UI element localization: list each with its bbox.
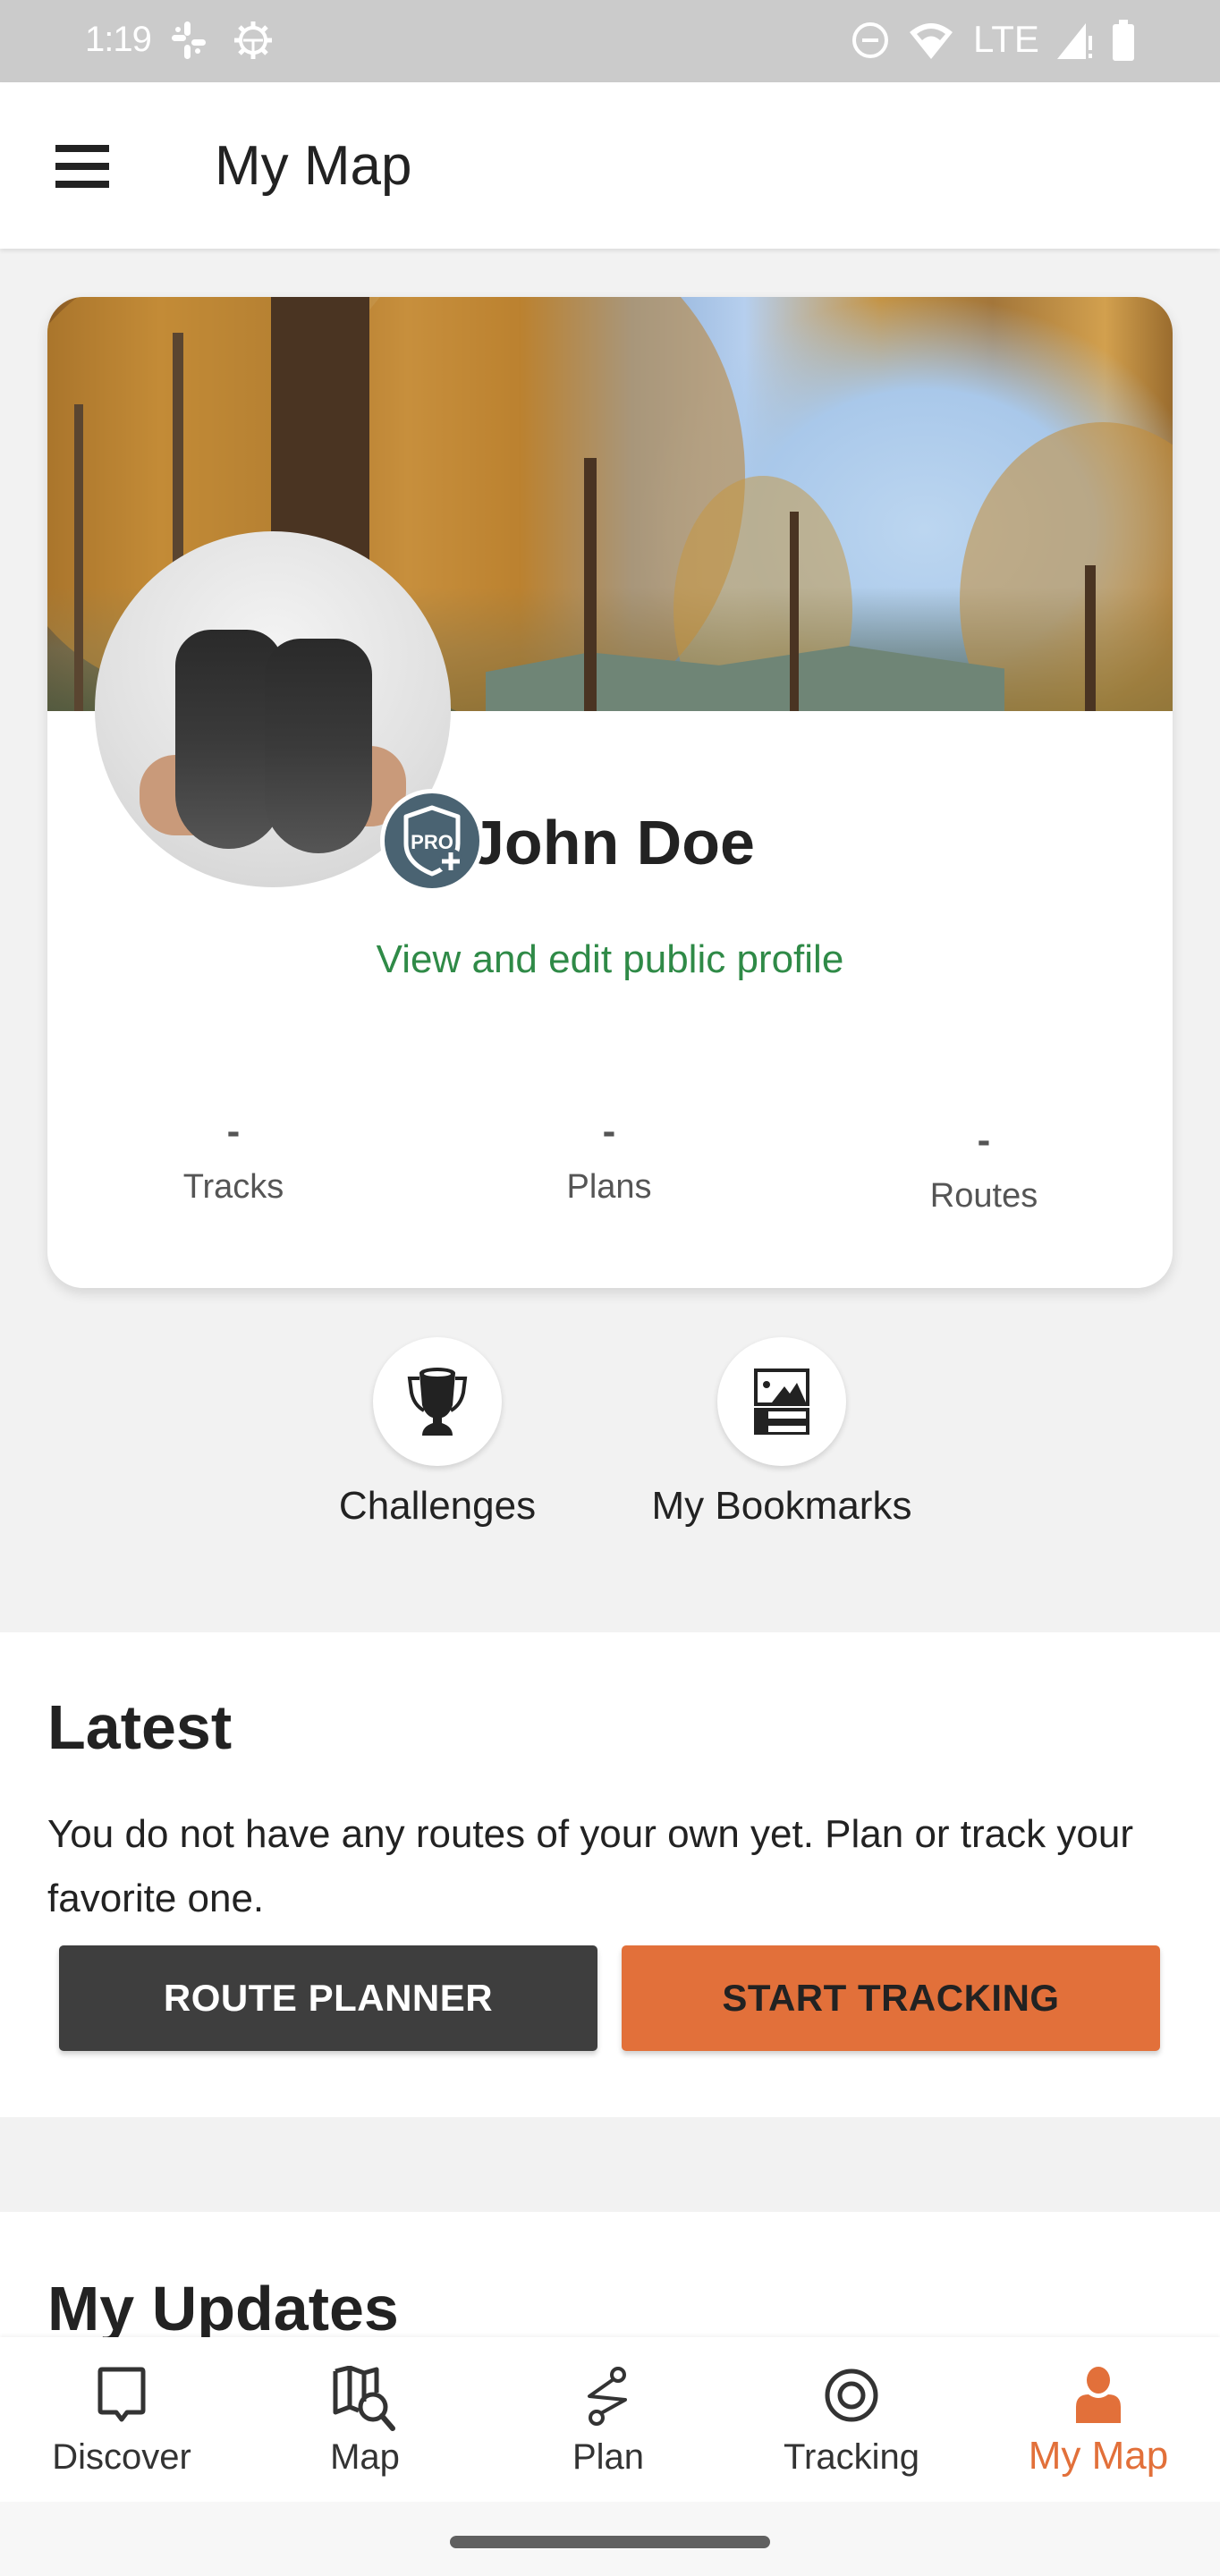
pro-shield-icon: PRO — [403, 805, 463, 877]
map-search-icon — [333, 2366, 395, 2431]
stat-value: - — [977, 1118, 991, 1162]
route-planner-button[interactable]: ROUTE PLANNER — [59, 1945, 597, 2051]
bookmarks-icon — [754, 1368, 809, 1435]
challenges-button[interactable]: Challenges — [294, 1337, 580, 1529]
signal-icon — [1057, 23, 1092, 59]
battery-icon — [1113, 20, 1134, 61]
stat-value: - — [602, 1109, 616, 1153]
bookmarks-circle — [717, 1337, 846, 1466]
latest-empty-message: You do not have any routes of your own y… — [47, 1812, 1133, 1920]
profile-card: PRO John Doe View and edit public profil… — [47, 297, 1173, 1288]
my-bookmarks-button[interactable]: My Bookmarks — [639, 1337, 925, 1529]
stat-label: Routes — [929, 1177, 1038, 1215]
gesture-bar-area — [0, 2502, 1220, 2576]
route-plan-icon — [588, 2367, 627, 2426]
pro-plus-badge: PRO — [380, 789, 484, 893]
status-bar: 1:19 LTE — [0, 0, 1220, 82]
status-time: 1:19 — [85, 20, 152, 59]
discover-bubble-icon — [97, 2367, 146, 2422]
banner-tree-trunk — [1085, 565, 1096, 711]
hamburger-menu-icon-bar — [55, 163, 109, 170]
hamburger-menu-icon — [55, 145, 109, 152]
page-title: My Map — [215, 135, 412, 197]
settings-gear-icon — [234, 21, 272, 59]
latest-title: Latest — [47, 1692, 233, 1762]
wifi-icon — [910, 23, 953, 59]
nav-map[interactable]: Map — [243, 2337, 487, 2502]
my-bookmarks-label: My Bookmarks — [651, 1484, 912, 1528]
nav-tracking[interactable]: Tracking — [730, 2337, 973, 2502]
home-indicator[interactable] — [450, 2536, 770, 2548]
hamburger-menu-button[interactable] — [45, 131, 122, 202]
stat-value: - — [226, 1109, 241, 1153]
app-bar: My Map — [0, 82, 1220, 249]
nav-label: Tracking — [784, 2437, 919, 2477]
stat-label: Tracks — [182, 1168, 284, 1206]
nav-label: Discover — [52, 2437, 191, 2477]
stat-plans[interactable]: - Plans — [475, 1109, 743, 1207]
stat-routes[interactable]: - Routes — [850, 1118, 1118, 1216]
bottom-navigation: Discover Map Plan Tracking My Map — [0, 2337, 1220, 2502]
stat-label: Plans — [566, 1168, 652, 1206]
challenges-label: Challenges — [338, 1484, 537, 1528]
nav-discover[interactable]: Discover — [0, 2337, 243, 2502]
trophy-icon — [407, 1368, 468, 1436]
nav-label: Map — [330, 2437, 400, 2477]
latest-section: Latest You do not have any routes of you… — [0, 1632, 1220, 2117]
start-tracking-button[interactable]: START TRACKING — [622, 1945, 1160, 2051]
my-updates-section: My Updates — [0, 2212, 1220, 2343]
view-edit-profile-link[interactable]: View and edit public profile — [47, 937, 1173, 982]
tracking-target-icon — [825, 2368, 878, 2422]
user-name: John Doe — [470, 808, 755, 877]
avatar-boot — [265, 639, 372, 853]
nav-plan[interactable]: Plan — [487, 2337, 730, 2502]
my-updates-title: My Updates — [47, 2274, 399, 2343]
nav-label: Plan — [572, 2437, 645, 2477]
nav-label: My Map — [1028, 2434, 1169, 2478]
slack-icon — [172, 21, 206, 59]
banner-tree-trunk — [74, 404, 83, 711]
nav-my-map[interactable]: My Map — [977, 2337, 1220, 2502]
challenges-circle — [373, 1337, 502, 1466]
lte-label: LTE — [973, 18, 1039, 60]
stat-tracks[interactable]: - Tracks — [99, 1109, 368, 1207]
do-not-disturb-icon — [852, 22, 888, 58]
banner-tree-trunk — [584, 458, 597, 711]
person-icon — [1076, 2367, 1121, 2423]
banner-tree-trunk — [790, 512, 799, 711]
hamburger-menu-icon-bar — [55, 181, 109, 188]
